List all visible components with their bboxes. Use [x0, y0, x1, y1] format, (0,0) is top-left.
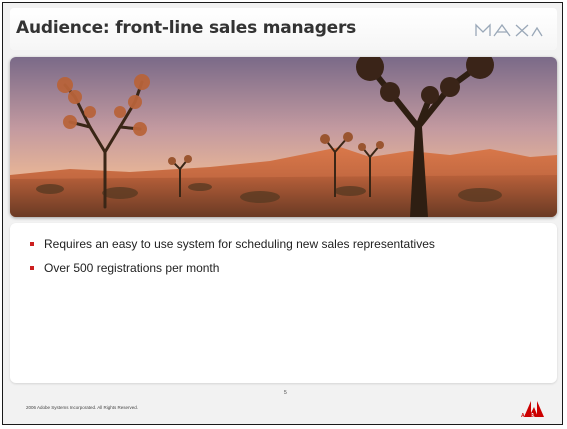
list-item: Requires an easy to use system for sched…: [30, 237, 530, 252]
copyright-footer: 2006 Adobe Systems Incorporated. All Rig…: [26, 405, 139, 410]
desert-landscape-photo: [10, 57, 557, 217]
content-panel: Requires an easy to use system for sched…: [10, 223, 557, 383]
bullet-icon: [30, 242, 34, 246]
bullet-icon: [30, 266, 34, 270]
adobe-wordmark: Adobe: [521, 413, 537, 419]
page-number: 5: [284, 390, 287, 396]
bullet-text: Over 500 registrations per month: [44, 261, 220, 275]
slide-title: Audience: front-line sales managers: [16, 18, 357, 38]
bullet-text: Requires an easy to use system for sched…: [44, 237, 435, 251]
max-logo-icon: [475, 23, 543, 37]
slide: Audience: front-line sales managers Requ…: [0, 0, 567, 429]
joshua-tree-image: [10, 57, 557, 217]
bullet-list: Requires an easy to use system for sched…: [30, 237, 530, 285]
list-item: Over 500 registrations per month: [30, 261, 530, 276]
